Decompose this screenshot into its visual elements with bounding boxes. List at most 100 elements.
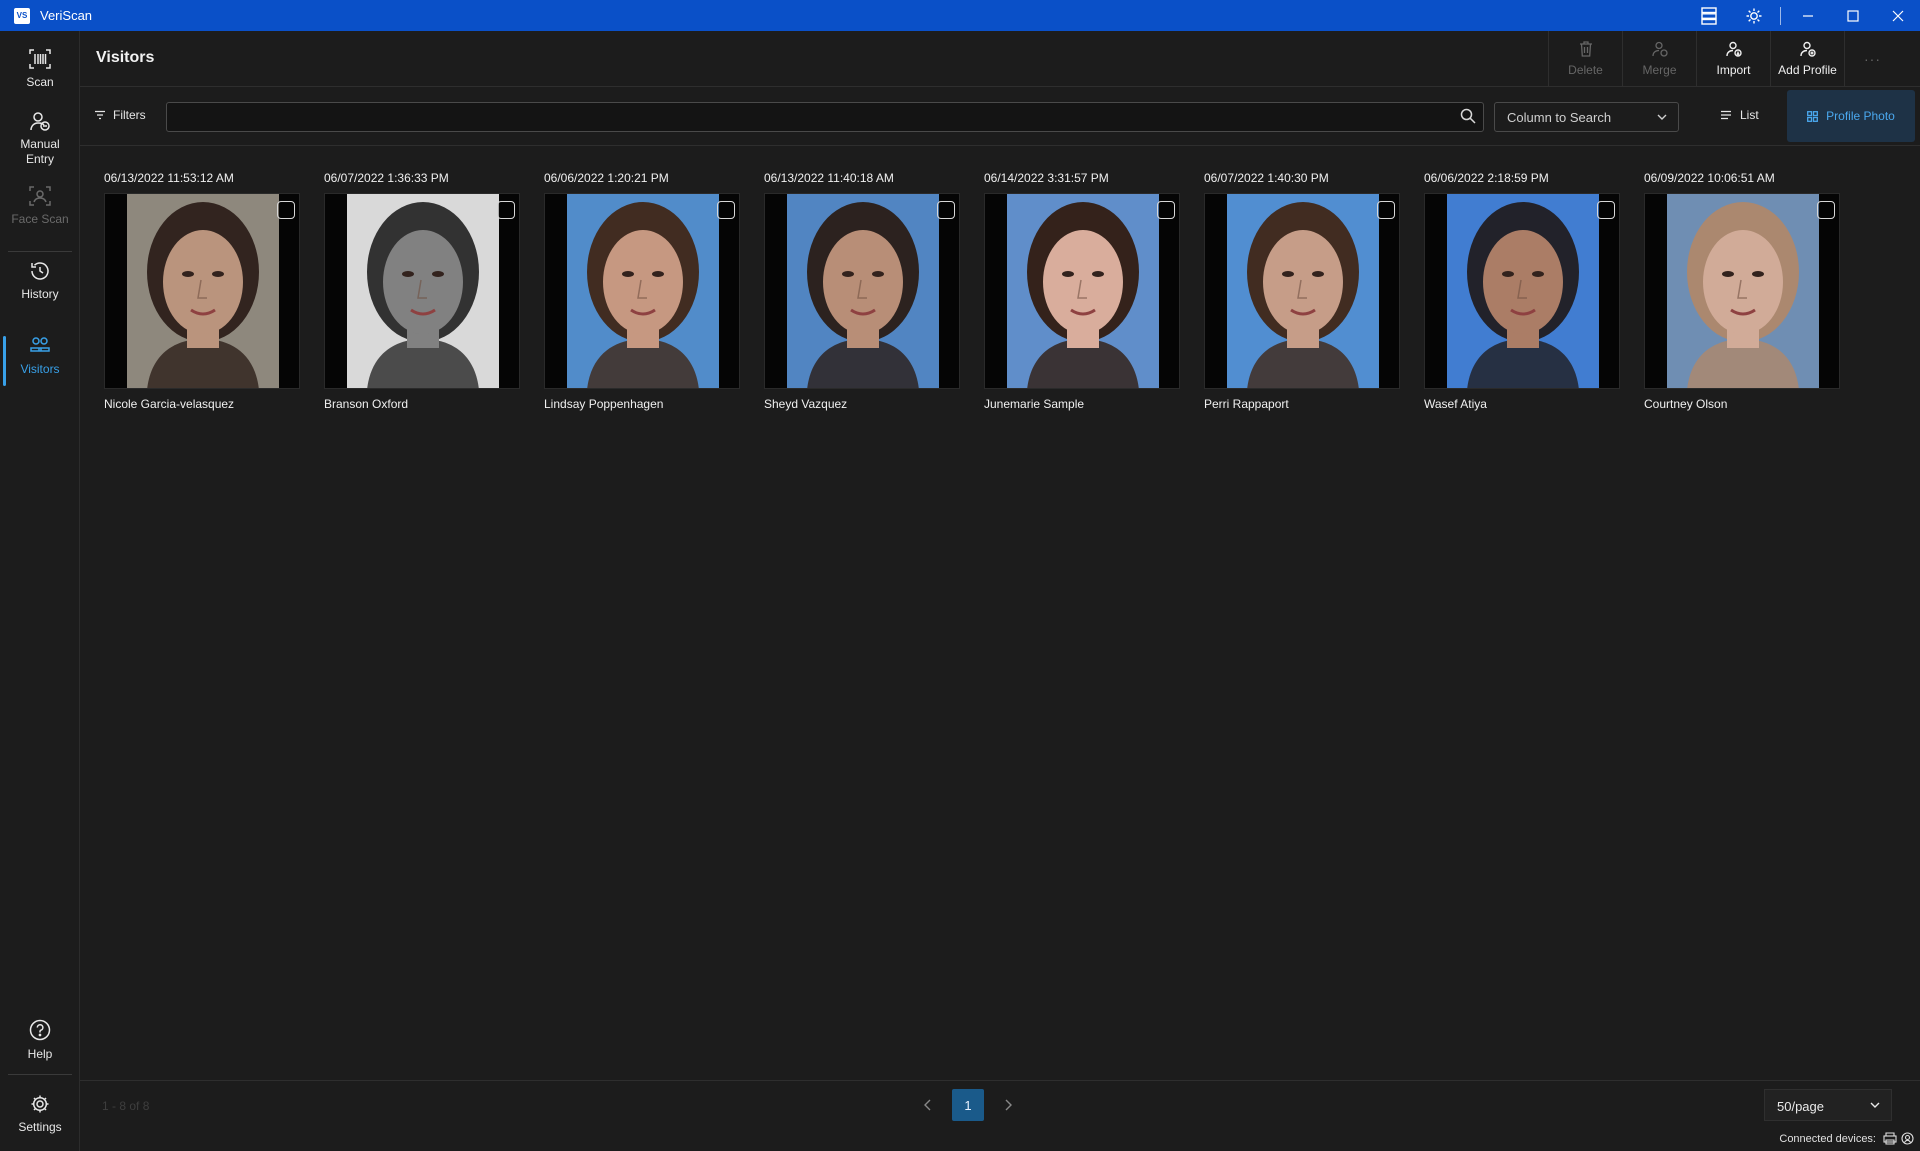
sidebar-item-scan[interactable]: Scan [0,49,80,90]
chevron-left-icon [924,1099,931,1111]
gear-icon [31,1095,49,1113]
search-input[interactable] [166,102,1484,132]
server-icon[interactable] [1686,0,1731,31]
select-checkbox[interactable] [1817,201,1835,219]
maximize-icon[interactable] [1830,0,1875,31]
visitor-photo[interactable] [324,193,520,389]
pagination-footer: 1 - 8 of 8 1 50/page [80,1080,1920,1127]
sidebar: Scan Manual Entry Face Scan History Visi… [0,31,80,1151]
visitors-icon [30,337,50,352]
merge-label: Merge [1642,63,1677,77]
visitor-card[interactable]: 06/14/2022 3:31:57 PM Junemarie Sample [984,171,1180,411]
visitor-photo[interactable] [984,193,1180,389]
import-button[interactable]: Import [1696,31,1770,87]
visitor-scan-date: 06/06/2022 1:20:21 PM [544,171,669,185]
chevron-down-icon [1657,114,1667,120]
visitor-photo[interactable] [1424,193,1620,389]
sidebar-item-label: Scan [26,75,54,89]
select-checkbox[interactable] [277,201,295,219]
select-checkbox[interactable] [1377,201,1395,219]
sidebar-item-history[interactable]: History [0,261,80,302]
app-logo: VS [14,7,30,24]
barcode-scan-icon [29,49,51,69]
page-size-select[interactable]: 50/page [1764,1089,1892,1121]
profile-portrait [347,194,499,388]
search-button[interactable] [1452,102,1484,132]
visitor-card[interactable]: 06/06/2022 1:20:21 PM Lindsay Poppenhage… [544,171,740,411]
sidebar-item-label: Settings [18,1120,62,1134]
select-checkbox[interactable] [1597,201,1615,219]
visitor-scan-date: 06/07/2022 1:36:33 PM [324,171,449,185]
add-profile-icon [1799,41,1816,57]
more-options-button[interactable]: ··· [1844,31,1900,87]
minimize-icon[interactable] [1785,0,1830,31]
pager: 1 [912,1089,1024,1121]
visitor-scan-date: 06/13/2022 11:53:12 AM [104,171,234,185]
chevron-right-icon [1005,1099,1012,1111]
profile-portrait [1007,194,1159,388]
visitor-name: Perri Rappaport [1204,397,1289,411]
delete-label: Delete [1568,63,1603,77]
chevron-down-icon [1870,1102,1880,1108]
sidebar-item-label: History [21,287,59,301]
sidebar-item-visitors[interactable]: Visitors [0,336,80,386]
face-scan-icon [29,186,51,206]
select-checkbox[interactable] [1157,201,1175,219]
visitor-card[interactable]: 06/13/2022 11:53:12 AM Nicole Garcia-vel… [104,171,300,411]
record-count: 1 - 8 of 8 [102,1099,150,1113]
select-checkbox[interactable] [497,201,515,219]
visitor-card[interactable]: 06/07/2022 1:40:30 PM Perri Rappaport [1204,171,1400,411]
next-page-button[interactable] [992,1089,1024,1121]
profile-photo-view-button[interactable]: Profile Photo [1787,90,1915,142]
face-device-icon [1901,1132,1914,1145]
visitor-scan-date: 06/06/2022 2:18:59 PM [1424,171,1549,185]
visitor-card[interactable]: 06/13/2022 11:40:18 AM Sheyd Vazquez [764,171,960,411]
select-checkbox[interactable] [937,201,955,219]
sidebar-item-label: Face Scan [11,212,69,226]
visitor-photo[interactable] [1644,193,1840,389]
sidebar-item-label: Manual Entry [20,137,60,166]
visitor-photo[interactable] [544,193,740,389]
active-indicator [3,336,6,386]
delete-button[interactable]: Delete [1548,31,1622,87]
filters-button[interactable]: Filters [94,108,146,122]
visitor-photo[interactable] [764,193,960,389]
column-to-search-select[interactable]: Column to Search [1494,102,1679,132]
list-view-button[interactable]: List [1720,108,1759,122]
import-user-icon [1725,41,1742,57]
page-header: Visitors Delete Merge Import Add Profile [80,31,1920,87]
visitor-photo[interactable] [1204,193,1400,389]
visitor-scan-date: 06/13/2022 11:40:18 AM [764,171,894,185]
profile-photo-view-label: Profile Photo [1826,109,1895,123]
profile-portrait [127,194,279,388]
visitor-scan-date: 06/09/2022 10:06:51 AM [1644,171,1775,185]
previous-page-button[interactable] [912,1089,944,1121]
visitor-photo[interactable] [104,193,300,389]
page-number-button[interactable]: 1 [952,1089,984,1121]
visitor-scan-date: 06/14/2022 3:31:57 PM [984,171,1109,185]
titlebar-separator [1780,6,1781,25]
visitor-scan-date: 06/07/2022 1:40:30 PM [1204,171,1329,185]
visitor-card[interactable]: 06/06/2022 2:18:59 PM Wasef Atiya [1424,171,1620,411]
connected-devices-label: Connected devices: [1779,1133,1876,1145]
close-icon[interactable] [1875,0,1920,31]
profile-portrait [567,194,719,388]
page-size-value: 50/page [1777,1099,1824,1114]
profile-portrait [1667,194,1819,388]
profile-portrait [1447,194,1599,388]
add-profile-button[interactable]: Add Profile [1770,31,1844,87]
visitor-card[interactable]: 06/07/2022 1:36:33 PM Branson Oxford [324,171,520,411]
grid-icon [1807,110,1819,122]
sidebar-item-help[interactable]: Help [0,1019,80,1062]
sidebar-item-label: Visitors [20,362,60,376]
visitor-card[interactable]: 06/09/2022 10:06:51 AM Courtney Olson [1644,171,1840,411]
import-label: Import [1716,63,1751,77]
filter-icon [95,110,105,120]
sidebar-item-manual-entry[interactable]: Manual Entry [0,111,80,167]
merge-button[interactable]: Merge [1622,31,1696,87]
sun-icon[interactable] [1731,0,1776,31]
select-checkbox[interactable] [717,201,735,219]
sidebar-divider [8,1074,72,1075]
sidebar-item-settings[interactable]: Settings [0,1094,80,1135]
column-select-value: Column to Search [1507,110,1612,125]
